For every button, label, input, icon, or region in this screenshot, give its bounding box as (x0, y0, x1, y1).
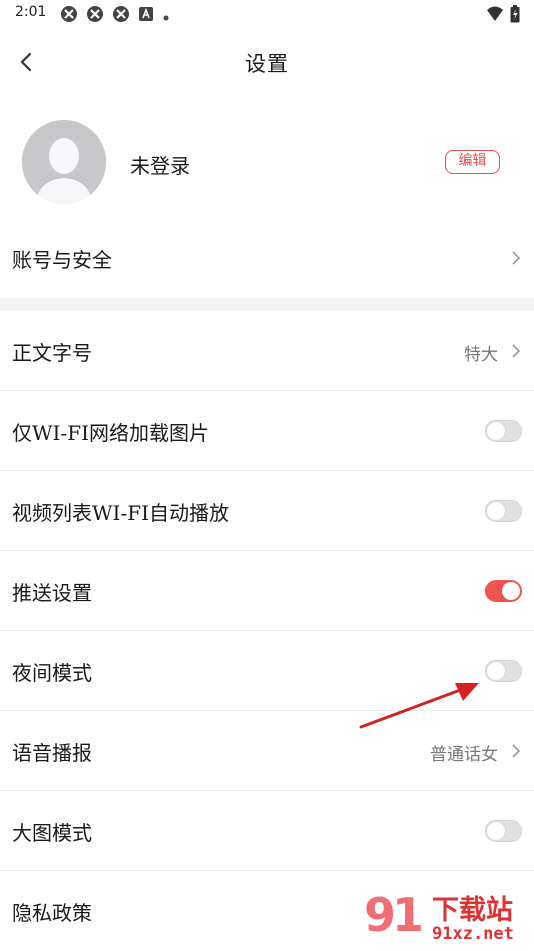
profile-name[interactable]: 未登录 (130, 150, 190, 179)
status-bar: 2:01 (0, 0, 534, 28)
a-icon (138, 6, 154, 26)
row-label: 夜间模式 (12, 661, 92, 685)
avatar[interactable] (22, 120, 106, 204)
row-video-autoplay: 视频列表WI-FI自动播放 (0, 471, 534, 551)
edit-button[interactable]: 编辑 (445, 150, 500, 174)
row-label: 仅WI-FI网络加载图片 (12, 421, 209, 445)
status-time: 2:01 (15, 4, 47, 20)
row-account-security[interactable]: 账号与安全 (0, 218, 534, 298)
annotation-arrow (359, 683, 479, 729)
night-mode-toggle[interactable] (485, 660, 522, 682)
row-value: 特大 (464, 345, 498, 365)
app-icon (112, 5, 130, 27)
row-value: 普通话女 (430, 745, 498, 765)
page-title: 设置 (245, 52, 289, 76)
row-label: 视频列表WI-FI自动播放 (12, 501, 229, 525)
toggle-knob (487, 821, 505, 840)
watermark-number: 91 (364, 888, 424, 942)
row-font-size[interactable]: 正文字号 特大 (0, 311, 534, 391)
row-label: 语音播报 (12, 741, 92, 765)
nav-bar: 设置 (0, 34, 534, 90)
battery-icon (510, 5, 520, 27)
watermark-url: 91xz.net (432, 924, 514, 944)
row-wifi-images: 仅WI-FI网络加载图片 (0, 391, 534, 471)
chevron-right-icon (512, 344, 521, 358)
chevron-right-icon (512, 744, 521, 758)
row-label: 推送设置 (12, 581, 92, 605)
toggle-knob (487, 421, 505, 440)
dot-icon (162, 7, 170, 26)
wifi-icon (486, 6, 504, 26)
push-settings-toggle[interactable] (485, 580, 522, 602)
app-icon (86, 5, 104, 27)
profile-section[interactable]: 未登录 编辑 (0, 110, 534, 220)
wifi-images-toggle[interactable] (485, 420, 522, 442)
row-label: 正文字号 (12, 341, 92, 365)
row-large-image-mode: 大图模式 (0, 791, 534, 871)
row-push-settings: 推送设置 (0, 551, 534, 631)
watermark-logo: 91 下载站 91xz.net (364, 886, 534, 950)
video-autoplay-toggle[interactable] (485, 500, 522, 522)
notification-icons (60, 5, 170, 27)
system-icons (486, 5, 520, 27)
toggle-knob (487, 661, 505, 680)
section-divider (0, 298, 534, 311)
chevron-right-icon (512, 251, 521, 265)
watermark-title: 下载站 (432, 895, 513, 926)
toggle-knob (502, 582, 520, 600)
row-label: 大图模式 (12, 821, 92, 845)
app-icon (60, 5, 78, 27)
large-image-toggle[interactable] (485, 820, 522, 842)
row-label: 隐私政策 (12, 901, 92, 925)
row-label: 账号与安全 (12, 248, 112, 272)
toggle-knob (487, 501, 505, 520)
user-placeholder-icon (22, 120, 106, 204)
